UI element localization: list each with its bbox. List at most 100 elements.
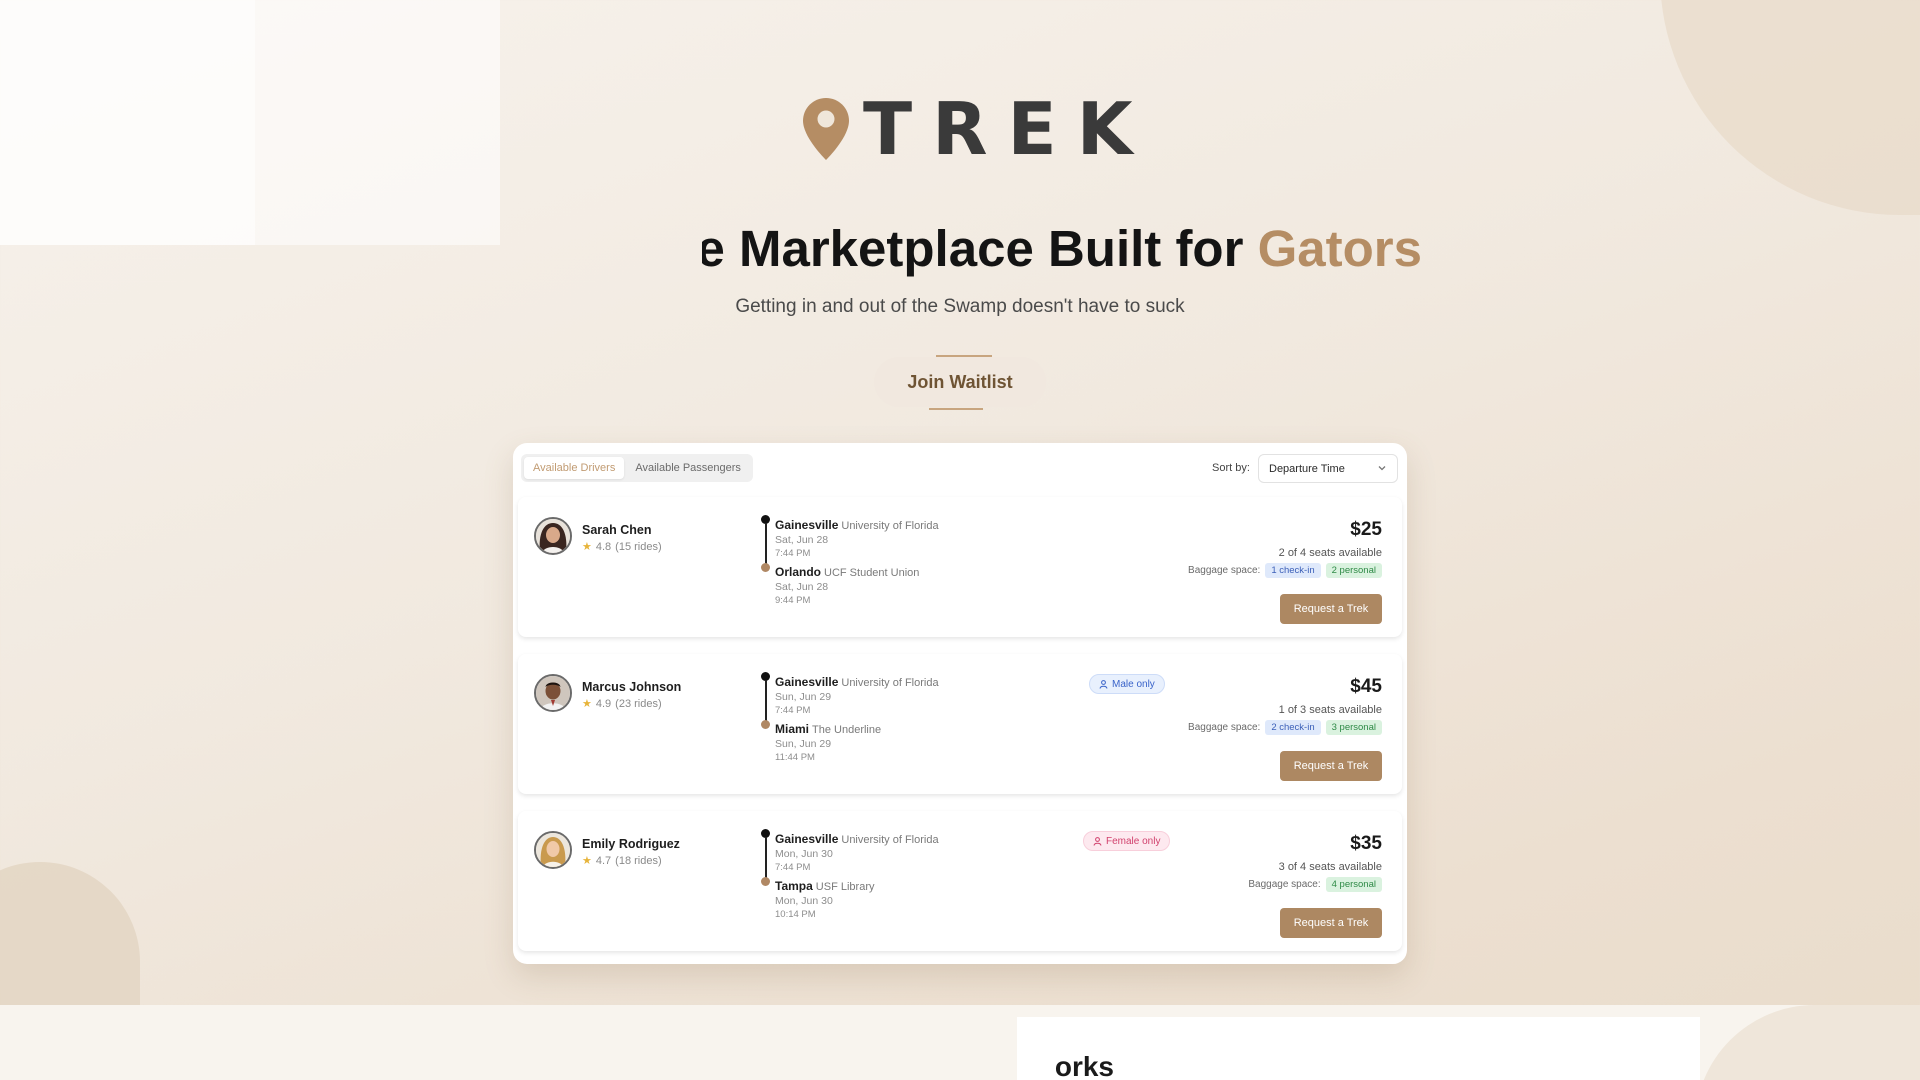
origin-time: 7:44 PM bbox=[775, 705, 811, 716]
next-section-heading-viewport: orks bbox=[1014, 1050, 1114, 1080]
driver-name[interactable]: Emily Rodriguez bbox=[582, 837, 680, 851]
sort-select-value: Departure Time bbox=[1269, 462, 1345, 475]
ride-card: Marcus Johnson ★ 4.9 (23 rides) Gainesvill… bbox=[518, 654, 1402, 794]
star-icon: ★ bbox=[582, 855, 592, 867]
ride-count: (23 rides) bbox=[615, 697, 662, 710]
request-trek-button[interactable]: Request a Trek bbox=[1280, 594, 1382, 624]
avatar bbox=[534, 831, 572, 869]
sort-select[interactable]: Departure Time bbox=[1258, 454, 1398, 483]
origin-stop: Gainesville University of Florida bbox=[775, 832, 939, 846]
route-line bbox=[765, 523, 767, 567]
driver-rating: ★ 4.8 (15 rides) bbox=[582, 540, 662, 554]
origin-place: University of Florida bbox=[841, 677, 939, 689]
destination-city: Orlando bbox=[775, 565, 822, 579]
origin-date: Mon, Jun 30 bbox=[775, 848, 833, 860]
destination-dot bbox=[761, 720, 770, 729]
origin-place: University of Florida bbox=[841, 834, 939, 846]
gender-preference-badge: Male only bbox=[1089, 674, 1165, 694]
destination-place: USF Library bbox=[815, 881, 875, 893]
origin-stop: Gainesville University of Florida bbox=[775, 675, 939, 689]
destination-time: 9:44 PM bbox=[775, 595, 811, 606]
destination-city: Miami bbox=[775, 722, 810, 736]
destination-city: Tampa bbox=[775, 879, 813, 893]
route-line bbox=[765, 837, 767, 881]
star-icon: ★ bbox=[582, 541, 592, 553]
ride-count: (15 rides) bbox=[615, 540, 662, 553]
decor-panel-top-left-inner bbox=[0, 0, 255, 245]
seats-available: 3 of 4 seats available bbox=[1278, 861, 1382, 873]
destination-time: 10:14 PM bbox=[775, 909, 816, 920]
origin-date: Sat, Jun 28 bbox=[775, 534, 829, 546]
request-trek-button[interactable]: Request a Trek bbox=[1280, 751, 1382, 781]
destination-place: UCF Student Union bbox=[824, 567, 920, 579]
brand-name: TREK bbox=[863, 87, 1153, 171]
destination-dot bbox=[761, 877, 770, 886]
driver-name[interactable]: Marcus Johnson bbox=[582, 680, 681, 694]
decor-blob-top-right bbox=[1660, 0, 1920, 215]
origin-time: 7:44 PM bbox=[775, 548, 811, 559]
destination-dot bbox=[761, 563, 770, 572]
person-icon bbox=[1093, 836, 1102, 846]
ride-price: $45 bbox=[1350, 676, 1382, 697]
next-section-heading: orks bbox=[1054, 1051, 1114, 1080]
destination-time: 11:44 PM bbox=[775, 752, 815, 763]
personal-bag-chip: 2 personal bbox=[1325, 563, 1382, 578]
rating-value: 4.8 bbox=[595, 540, 612, 553]
ride-count: (18 rides) bbox=[615, 854, 662, 867]
route-timeline bbox=[759, 515, 771, 573]
origin-stop: Gainesville University of Florida bbox=[775, 518, 939, 532]
chevron-down-icon bbox=[1378, 466, 1386, 471]
baggage-space: Baggage space: 4 personal bbox=[1248, 877, 1382, 892]
route-timeline bbox=[759, 829, 771, 887]
ride-price: $25 bbox=[1350, 519, 1382, 540]
origin-time: 7:44 PM bbox=[775, 862, 811, 873]
ride-price: $35 bbox=[1350, 833, 1382, 854]
baggage-space: Baggage space: 2 check-in 3 personal bbox=[1188, 720, 1382, 735]
brand-logo[interactable]: TREK bbox=[803, 87, 1153, 171]
ride-tabs: Available Drivers Available Passengers bbox=[521, 454, 753, 482]
sort-label: Sort by: bbox=[1212, 462, 1250, 474]
destination-date: Sun, Jun 29 bbox=[775, 738, 832, 750]
hero-subtitle: Getting in and out of the Swamp doesn't … bbox=[735, 296, 1185, 317]
driver-rating: ★ 4.9 (23 rides) bbox=[582, 697, 662, 711]
destination-place: The Underline bbox=[812, 724, 882, 736]
hero-headline: re Marketplace Built for Gators bbox=[702, 214, 1422, 284]
driver-name[interactable]: Sarah Chen bbox=[582, 523, 651, 537]
baggage-label: Baggage space: bbox=[1248, 879, 1321, 890]
gender-preference-label: Male only bbox=[1112, 678, 1155, 690]
tab-available-drivers[interactable]: Available Drivers bbox=[524, 457, 625, 479]
person-icon bbox=[1099, 679, 1108, 689]
baggage-label: Baggage space: bbox=[1188, 565, 1261, 576]
ride-board: Available Drivers Available Passengers S… bbox=[513, 443, 1407, 964]
destination-date: Mon, Jun 30 bbox=[775, 895, 833, 907]
seats-available: 2 of 4 seats available bbox=[1278, 547, 1382, 559]
avatar bbox=[534, 517, 572, 555]
tab-available-passengers[interactable]: Available Passengers bbox=[626, 457, 750, 479]
request-trek-button[interactable]: Request a Trek bbox=[1280, 908, 1382, 938]
map-pin-icon bbox=[803, 98, 849, 160]
origin-city: Gainesville bbox=[775, 832, 839, 846]
hero-headline-accent: Gators bbox=[1257, 220, 1422, 277]
hero-headline-viewport: re Marketplace Built for Gators bbox=[702, 214, 1422, 284]
origin-date: Sun, Jun 29 bbox=[775, 691, 832, 703]
gender-preference-badge: Female only bbox=[1083, 831, 1171, 851]
join-waitlist-button[interactable]: Join Waitlist bbox=[874, 357, 1046, 407]
destination-stop: Miami The Underline bbox=[775, 722, 881, 736]
origin-city: Gainesville bbox=[775, 675, 839, 689]
destination-stop: Tampa USF Library bbox=[775, 879, 874, 893]
route-timeline bbox=[759, 672, 771, 730]
rating-value: 4.7 bbox=[595, 854, 612, 867]
checkin-bag-chip: 1 check-in bbox=[1265, 563, 1321, 578]
seats-available: 1 of 3 seats available bbox=[1278, 704, 1382, 716]
cta-underline-bottom bbox=[929, 408, 983, 410]
ride-card: Sarah Chen ★ 4.8 (15 rides) Gainesville Uni… bbox=[518, 497, 1402, 637]
star-icon: ★ bbox=[582, 698, 592, 710]
next-section-card bbox=[1017, 1017, 1700, 1080]
rating-value: 4.9 bbox=[595, 697, 612, 710]
gender-preference-label: Female only bbox=[1106, 835, 1161, 847]
route-line bbox=[765, 680, 767, 724]
ride-card: Emily Rodriguez ★ 4.7 (18 rides) Gainesvil… bbox=[518, 811, 1402, 951]
avatar bbox=[534, 674, 572, 712]
destination-stop: Orlando UCF Student Union bbox=[775, 565, 919, 579]
driver-rating: ★ 4.7 (18 rides) bbox=[582, 854, 662, 868]
